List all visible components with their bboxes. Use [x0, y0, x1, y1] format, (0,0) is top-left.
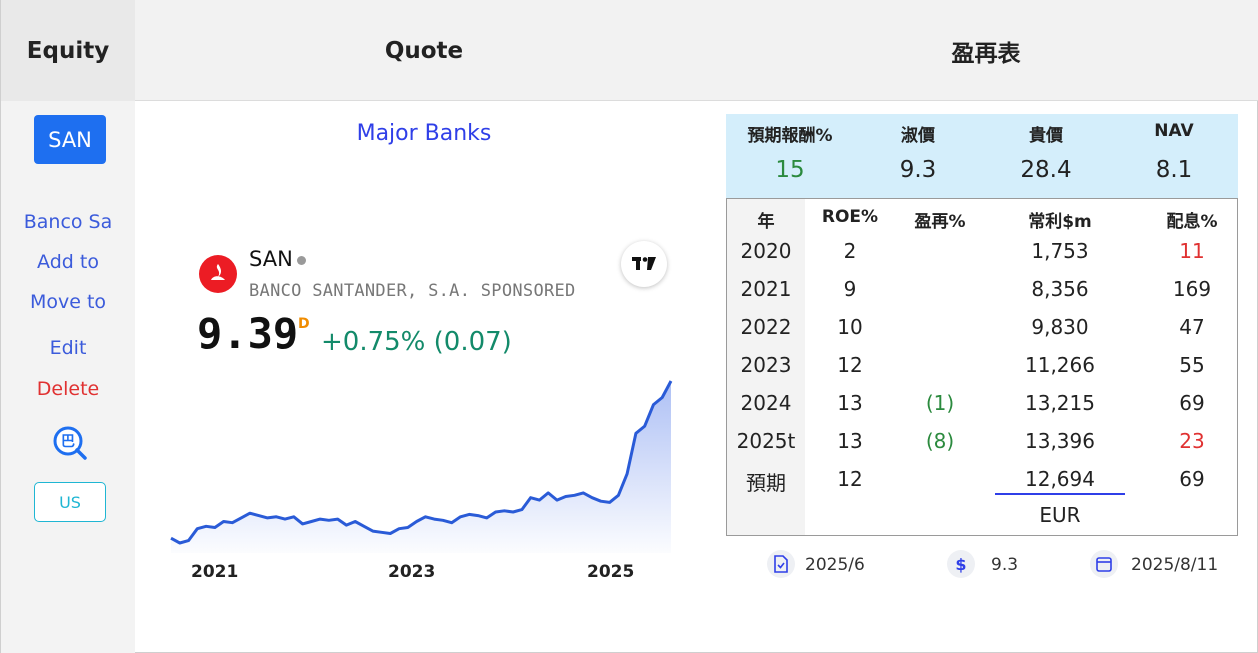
sector-link[interactable]: Major Banks [135, 121, 713, 146]
nav-value: 8.1 [1155, 157, 1193, 183]
price-flag: D [298, 316, 310, 332]
summary-header: NAV [1154, 121, 1194, 141]
header-equity: Equity [1, 0, 135, 101]
search-icon[interactable]: 巴 [51, 424, 91, 464]
pe-panel: 預期報酬% 淑價 貴價 NAV 15 9.3 28.4 8.1 年 ROE% 盈… [713, 101, 1258, 653]
tradingview-icon[interactable] [621, 241, 667, 287]
quote-symbol: SAN [249, 247, 293, 271]
table-cell-roe: 13 [837, 429, 863, 453]
table-cell-year: 2022 [740, 315, 792, 339]
move-to-link[interactable]: Move to [1, 291, 135, 313]
table-cell-roe: 10 [837, 315, 863, 339]
edit-link[interactable]: Edit [1, 337, 135, 359]
summary-header: 預期報酬% [747, 126, 833, 146]
table-cell-profit: 8,356 [1031, 277, 1089, 301]
summary-header: 淑價 [901, 126, 935, 146]
quote-change: +0.75% (0.07) [321, 327, 512, 357]
summary-box: 預期報酬% 淑價 貴價 NAV 15 9.3 28.4 8.1 [726, 114, 1238, 198]
market-status-dot [297, 256, 306, 265]
x-tick-label: 2023 [388, 562, 436, 582]
quote-panel: Major Banks SAN BANCO SANTANDER, S.A. SP… [135, 101, 713, 653]
dollar-icon: $ [947, 550, 975, 578]
header-quote: Quote [384, 37, 464, 64]
update-date: 2025/8/11 [1131, 555, 1219, 575]
table-cell-div: 169 [1172, 277, 1212, 301]
document-check-icon [774, 555, 788, 573]
search-icon-svg: 巴 [53, 426, 87, 460]
table-cell-profit: 11,266 [1025, 353, 1095, 377]
fair-price-value: 9.3 [899, 157, 937, 183]
add-to-link[interactable]: Add to [1, 251, 135, 273]
header-pe-table: 盈再表 [951, 40, 1021, 67]
table-cell-profit: 9,830 [1031, 315, 1089, 339]
table-cell-profit: 13,215 [1025, 391, 1095, 415]
pe-table: 年 ROE% 盈再% 常利$m 配息% 2020 2 1,753 11 2021 9 8,3… [726, 198, 1238, 536]
expensive-price-value: 28.4 [1020, 157, 1072, 183]
table-cell-roe: 2 [843, 239, 857, 263]
tradingview-logo [632, 257, 656, 270]
app-page: Equity Quote 盈再表 SAN Banco Sa Add to Mov… [0, 0, 1258, 653]
delete-link[interactable]: Delete [1, 378, 135, 400]
table-cell-year: 2023 [740, 353, 792, 377]
table-cell-roe: 12 [837, 353, 863, 377]
footer-price: 9.3 [991, 555, 1019, 575]
market-button[interactable]: US [34, 482, 106, 522]
chart-area [171, 381, 671, 553]
pe-footer: 2025/6 $ 9.3 2025/8/11 [713, 546, 1258, 582]
flame-icon [211, 264, 225, 280]
x-tick-label: 2025 [587, 562, 635, 582]
header-bar: Equity Quote 盈再表 [1, 0, 1258, 101]
table-cell-reinvest: (1) [925, 391, 955, 415]
currency-label: EUR [1039, 503, 1081, 527]
col-header-year: 年 [757, 212, 775, 232]
table-cell-year: 2025t [736, 429, 796, 453]
expected-return-value: 15 [775, 157, 805, 183]
table-cell-div: 11 [1179, 239, 1205, 263]
table-cell-year: 2021 [740, 277, 792, 301]
table-cell-div: 55 [1179, 353, 1205, 377]
quote-price: 9.39 [197, 309, 299, 358]
table-cell-year: 2020 [740, 239, 792, 263]
table-cell-div: 23 [1179, 429, 1205, 453]
table-cell-profit: 13,396 [1025, 429, 1095, 453]
search-icon-glyph: 巴 [61, 434, 75, 450]
col-header-dividend: 配息% [1166, 212, 1218, 232]
calendar-icon-svg [1096, 557, 1112, 572]
summary-header: 貴價 [1029, 126, 1063, 146]
table-cell-roe: 9 [843, 277, 857, 301]
report-date-icon [767, 550, 795, 578]
report-date: 2025/6 [805, 555, 865, 575]
table-cell-div: 47 [1179, 315, 1205, 339]
col-header-profit: 常利$m [1028, 212, 1092, 232]
table-cell-reinvest: (8) [925, 429, 955, 453]
x-tick-label: 2021 [191, 562, 239, 582]
table-cell-roe: 13 [837, 391, 863, 415]
table-cell-div: 69 [1179, 467, 1205, 491]
table-cell-profit: 1,753 [1031, 239, 1089, 263]
profit-underline [995, 493, 1125, 495]
col-header-roe: ROE% [821, 207, 879, 227]
ticker-button[interactable]: SAN [34, 115, 106, 164]
table-cell-roe: 12 [837, 467, 863, 491]
equity-sidebar: SAN Banco Sa Add to Move to Edit Delete … [1, 101, 135, 653]
company-link[interactable]: Banco Sa [1, 211, 135, 233]
table-cell-div: 69 [1179, 391, 1205, 415]
table-cell-year: 2024 [740, 391, 792, 415]
table-cell-year: 預期 [746, 471, 786, 495]
quote-company-name: BANCO SANTANDER, S.A. SPONSORED [249, 281, 576, 301]
col-header-reinvest: 盈再% [914, 212, 966, 232]
table-cell-profit: 12,694 [1025, 467, 1095, 491]
calendar-icon [1090, 550, 1118, 578]
company-logo [199, 255, 237, 293]
